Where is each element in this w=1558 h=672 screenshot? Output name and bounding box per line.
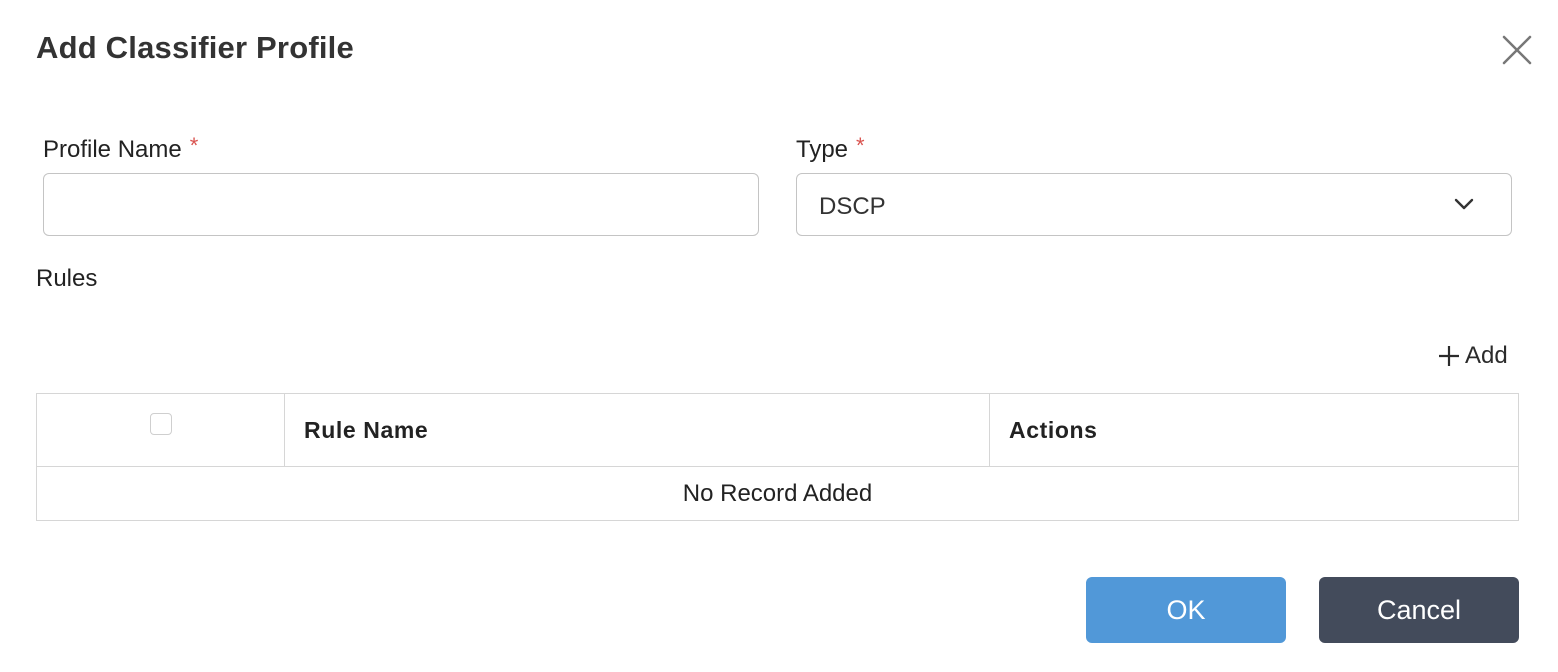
rules-label: Rules xyxy=(36,265,98,292)
rules-table: Rule Name Actions No Record Added xyxy=(36,393,1519,521)
cancel-button[interactable]: Cancel xyxy=(1319,577,1519,643)
select-all-checkbox[interactable] xyxy=(149,413,172,435)
type-label: Type * xyxy=(796,133,865,164)
add-rule-label: Add xyxy=(1465,342,1508,369)
column-header-actions: Actions xyxy=(1009,416,1098,443)
empty-table-message: No Record Added xyxy=(682,479,873,507)
add-classifier-profile-dialog: Add Classifier Profile Profile Name * Typ… xyxy=(0,0,1558,672)
chevron-down-icon xyxy=(1454,198,1474,210)
type-label-text: Type xyxy=(796,136,849,163)
profile-name-label: Profile Name * xyxy=(43,133,199,164)
plus-icon xyxy=(1439,346,1459,366)
required-marker: * xyxy=(189,133,199,158)
column-header-rule-name[interactable]: Rule Name xyxy=(285,394,990,466)
dialog-title: Add Classifier Profile xyxy=(36,30,354,65)
header-select-cell xyxy=(37,394,285,466)
close-icon xyxy=(1502,35,1532,65)
ok-button[interactable]: OK xyxy=(1086,577,1286,643)
type-select[interactable]: DSCP xyxy=(796,173,1512,236)
close-button[interactable] xyxy=(1500,33,1534,67)
profile-name-label-text: Profile Name xyxy=(43,136,182,163)
required-marker: * xyxy=(856,133,865,158)
add-rule-button[interactable]: Add xyxy=(1437,341,1508,371)
profile-name-input[interactable] xyxy=(43,173,759,236)
type-selected-value: DSCP xyxy=(819,193,886,220)
table-header: Rule Name Actions xyxy=(37,394,1518,467)
